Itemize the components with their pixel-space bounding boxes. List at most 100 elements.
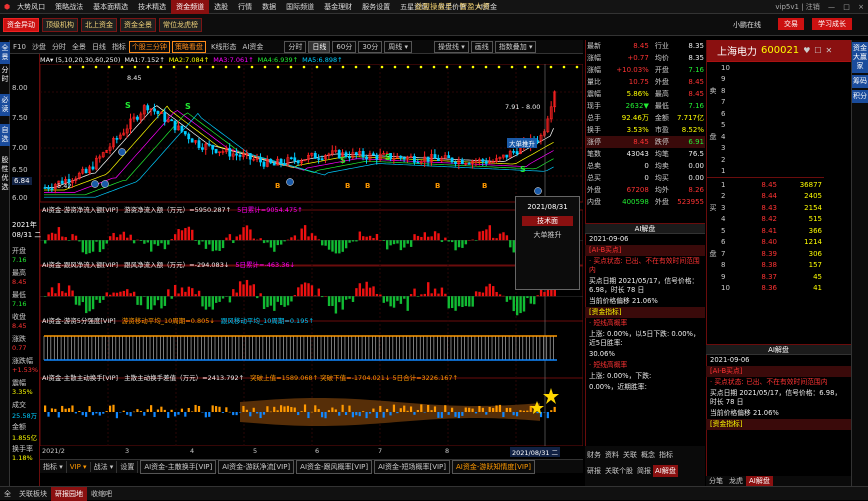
menu-item-hangqing[interactable]: 行情 <box>233 0 257 14</box>
status-shousuo[interactable]: 收缩吧 <box>87 487 116 501</box>
period-60min[interactable]: 60分 <box>332 40 357 53</box>
chart-tab-kxian-xingtai[interactable]: K线形态 <box>208 42 240 52</box>
user-label[interactable]: vip5v1 | 注销 <box>775 3 819 11</box>
favorite-icon[interactable]: ♥ <box>803 46 810 55</box>
ftab-chouma[interactable]: 筹码 <box>852 75 868 88</box>
chart-tab-rixian[interactable]: 日线 <box>89 42 109 52</box>
ftab-jifen[interactable]: 积分 <box>852 90 868 103</box>
vtab-fenshi[interactable]: 分时 <box>0 64 10 86</box>
order-book-row[interactable]: 1 <box>707 166 824 178</box>
chart-tab-fenshi[interactable]: 分时 <box>49 42 69 52</box>
vtab-guxing[interactable]: 股性优选 <box>0 154 10 194</box>
caopan-line-dropdown[interactable]: 操盘线 ▾ <box>433 40 469 53</box>
indicator-dropdown[interactable]: 指标 ▾ <box>40 460 67 473</box>
rtab-longhu[interactable]: 龙虎 <box>726 476 746 486</box>
qtab-ziliao[interactable]: 资料 <box>603 449 621 461</box>
qtab-jianbao[interactable]: 简报 <box>635 465 653 477</box>
vtab-bidu[interactable]: 必读 <box>0 94 10 116</box>
order-book-row[interactable]: 2 8.44 2405 <box>707 191 824 203</box>
qtab-caiwu[interactable]: 财务 <box>585 449 603 461</box>
order-book-row[interactable]: 9 8.37 45 <box>707 271 824 283</box>
rtab-ai-jiepan[interactable]: AI解盘 <box>746 476 773 486</box>
close-icon[interactable]: × <box>858 3 864 11</box>
f10-button[interactable]: F10 <box>10 43 29 51</box>
tab-ind-genfeng[interactable]: AI资金-跟风概率[VIP] <box>296 459 373 474</box>
status-all[interactable]: 全 <box>0 487 15 501</box>
vip-dropdown[interactable]: VIP ▾ <box>67 461 91 472</box>
ai-news-header[interactable]: AI解盘 <box>585 224 705 234</box>
tab-beishang-zijin[interactable]: 北上资金 <box>81 17 117 32</box>
chart-area[interactable]: S S S S S B B B B B <box>40 64 583 446</box>
tab-dingji-jigou[interactable]: 顶级机构 <box>42 17 78 32</box>
big-up-tag[interactable]: 大单推升 <box>507 138 537 148</box>
close-panel-icon[interactable]: ✕ <box>826 46 833 55</box>
status-guanlian[interactable]: 关联板块 <box>15 487 51 501</box>
menu-item-guoji[interactable]: 国际频道 <box>281 0 319 14</box>
order-book-row[interactable]: 2 <box>707 154 824 166</box>
menu-item-zijin[interactable]: 资金频道 <box>171 0 210 14</box>
settings-tab[interactable]: 设置 <box>117 460 139 473</box>
menu-item-xuangu[interactable]: 选股 <box>209 0 233 14</box>
order-book-row[interactable]: 盘 7 8.39 306 <box>707 248 824 260</box>
qtab-guanlian-gegu[interactable]: 关联个股 <box>603 465 635 477</box>
order-book-row[interactable]: 5 8.41 366 <box>707 225 824 237</box>
trade-button[interactable]: 交易 <box>778 18 804 30</box>
qtab-gainian[interactable]: 概念 <box>639 449 657 461</box>
qtab-guanlian[interactable]: 关联 <box>621 449 639 461</box>
indicator-3-name[interactable]: AI资金-游资5分强度[VIP] <box>42 317 116 325</box>
order-book-row[interactable]: 5 <box>707 120 824 132</box>
chart-tab-ai-zijin[interactable]: AI资金 <box>240 42 267 52</box>
ftab-zijin-dayingjia[interactable]: 资金大赢家 <box>852 42 868 73</box>
indicator-2-name[interactable]: AI资金-跟风净流入额[VIP] <box>42 261 118 269</box>
menu-item-jishu[interactable]: 技术精选 <box>133 0 171 14</box>
chart-tab-sanfenzhong[interactable]: 个股三分钟 <box>128 40 170 53</box>
vtab-quanjing[interactable]: 全景 <box>0 42 10 64</box>
chart-tab-celue[interactable]: 策略看盘 <box>171 40 206 53</box>
maximize-icon[interactable]: □ <box>843 3 850 11</box>
period-rixian[interactable]: 日线 <box>308 40 331 53</box>
tab-zijin-yidong[interactable]: 资金异动 <box>3 17 39 32</box>
menu-item-shuju[interactable]: 数据 <box>257 0 281 14</box>
minimize-icon[interactable]: — <box>828 3 835 11</box>
window-icon[interactable]: ☐ <box>814 46 821 55</box>
tab-longhubang[interactable]: 常位龙虎榜 <box>159 17 202 32</box>
order-book-row[interactable]: 8 8.38 157 <box>707 260 824 272</box>
chart-tab-zhibiao[interactable]: 指标 <box>109 42 129 52</box>
menu-item-jijin[interactable]: 基金理财 <box>319 0 357 14</box>
chart-tab-shapan[interactable]: 沙盘 <box>29 42 49 52</box>
ai-news-header-2[interactable]: AI解盘 <box>706 345 851 355</box>
tab-ind-duanchang[interactable]: AI资金-短场概率[VIP] <box>374 459 451 474</box>
order-book-row[interactable]: 10 8.36 41 <box>707 283 824 295</box>
learn-button[interactable]: 学习成长 <box>812 18 852 30</box>
order-book-row[interactable]: 买 3 8.43 2154 <box>707 202 824 214</box>
rtab-fenbi[interactable]: 分笔 <box>706 476 726 486</box>
chart-tab-quanjing[interactable]: 全景 <box>69 42 89 52</box>
period-30min[interactable]: 30分 <box>358 40 383 53</box>
draw-line-button[interactable]: 画线 <box>470 40 493 53</box>
tab-ind-youyue[interactable]: AI资金-游跃净流[VIP] <box>218 459 295 474</box>
period-fenshi[interactable]: 分时 <box>284 40 307 53</box>
zhanfa-dropdown[interactable]: 战法 ▾ <box>91 460 118 473</box>
tab-ind-zhiqing[interactable]: AI资金-游跃知情度[VIP] <box>452 459 535 474</box>
order-book-row[interactable]: 1 8.45 36877 <box>707 179 824 191</box>
popup-technical-button[interactable]: 技术面 <box>522 216 573 226</box>
order-book-row[interactable]: 卖 8 <box>707 85 824 97</box>
ma-label[interactable]: MA▾ <box>40 56 53 64</box>
qtab-yanbao[interactable]: 研报 <box>585 465 603 477</box>
order-book-row[interactable]: 6 8.40 1214 <box>707 237 824 249</box>
order-book-row[interactable]: 6 <box>707 108 824 120</box>
menu-item-fuwu[interactable]: 服务设置 <box>357 0 395 14</box>
order-book-row[interactable]: 10 <box>707 62 824 74</box>
indicator-1-name[interactable]: AI资金-游资净流入额[VIP] <box>42 206 118 214</box>
tab-ind-zhusan[interactable]: AI资金-主散换手[VIP] <box>140 459 217 474</box>
qtab-zhibiao[interactable]: 指标 <box>657 449 675 461</box>
vtab-zixuan[interactable]: 自选 <box>0 124 10 146</box>
tab-zijin-quanjing[interactable]: 资金全景 <box>120 17 156 32</box>
menu-item-jibenmian[interactable]: 基本面精选 <box>88 0 133 14</box>
indicator-4-name[interactable]: AI资金-主散主动换手[VIP] <box>42 374 118 382</box>
period-dropdown[interactable]: 周线 ▾ <box>384 40 412 53</box>
menu-item-dashi[interactable]: 大势风口 <box>12 0 50 14</box>
menu-item-celue[interactable]: 策略战法 <box>50 0 88 14</box>
order-book-row[interactable]: 盘 4 <box>707 131 824 143</box>
order-book-row[interactable]: 3 <box>707 143 824 155</box>
